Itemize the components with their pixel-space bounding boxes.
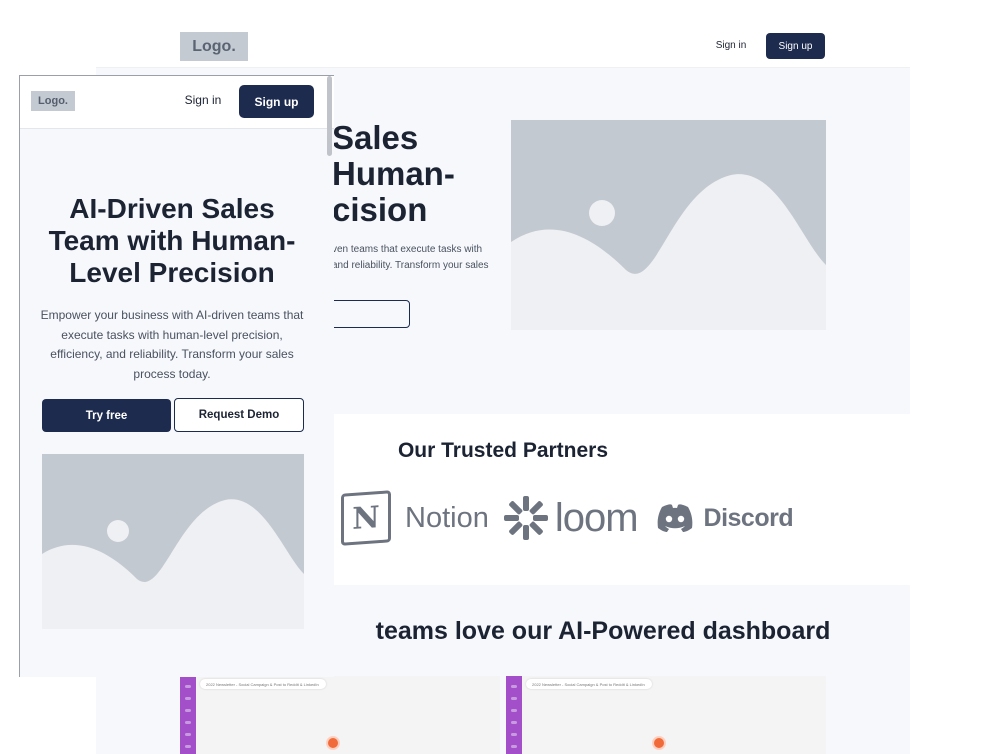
- notion-wordmark: Notion: [405, 501, 489, 534]
- desktop-signin-link[interactable]: Sign in: [696, 40, 766, 51]
- workflow-node-icon: [326, 736, 340, 750]
- workflow-node-icon: [652, 736, 666, 750]
- dashboard-screenshot-2: 2022 Newsletter - Social Campaign & Post…: [506, 676, 826, 754]
- desktop-navbar: Logo. Sign in Sign up: [96, 28, 910, 68]
- mobile-logo[interactable]: Logo.: [31, 91, 75, 111]
- image-placeholder-icon: [42, 454, 304, 629]
- loom-wordmark: loom: [554, 495, 639, 540]
- desktop-logo[interactable]: Logo.: [180, 32, 248, 61]
- dashboard-screenshot-1: 2022 Newsletter - Social Campaign & Post…: [180, 676, 500, 754]
- dashboard-sidebar: [506, 676, 522, 754]
- partner-logos: N Notion loom Discord: [341, 488, 794, 548]
- loom-icon: [503, 496, 548, 540]
- mobile-signup-button[interactable]: Sign up: [239, 85, 314, 118]
- discord-logo: Discord: [656, 503, 794, 533]
- discord-icon: [657, 504, 692, 532]
- image-placeholder-icon: [511, 120, 826, 330]
- dashboard-sidebar: [180, 676, 196, 754]
- mobile-hero-heading: AI-Driven Sales Team with Human-Level Pr…: [48, 193, 296, 288]
- mobile-preview: Logo. Sign in Sign up AI-Driven Sales Te…: [19, 75, 334, 677]
- mobile-hero-paragraph: Empower your business with AI-driven tea…: [40, 308, 304, 381]
- discord-wordmark: Discord: [703, 503, 794, 532]
- try-free-button[interactable]: Try free: [42, 399, 171, 432]
- dashboard-tab: 2022 Newsletter - Social Campaign & Post…: [200, 679, 326, 689]
- mobile-navbar: Logo. Sign in Sign up: [20, 76, 334, 129]
- mobile-scrollbar[interactable]: [327, 76, 332, 156]
- mobile-signin-link[interactable]: Sign in: [178, 93, 228, 107]
- request-demo-button[interactable]: Request Demo: [174, 398, 304, 432]
- dashboard-tab: 2022 Newsletter - Social Campaign & Post…: [526, 679, 652, 689]
- notion-icon: N: [341, 490, 391, 546]
- desktop-signup-button[interactable]: Sign up: [766, 33, 825, 59]
- loom-logo: loom: [503, 495, 639, 541]
